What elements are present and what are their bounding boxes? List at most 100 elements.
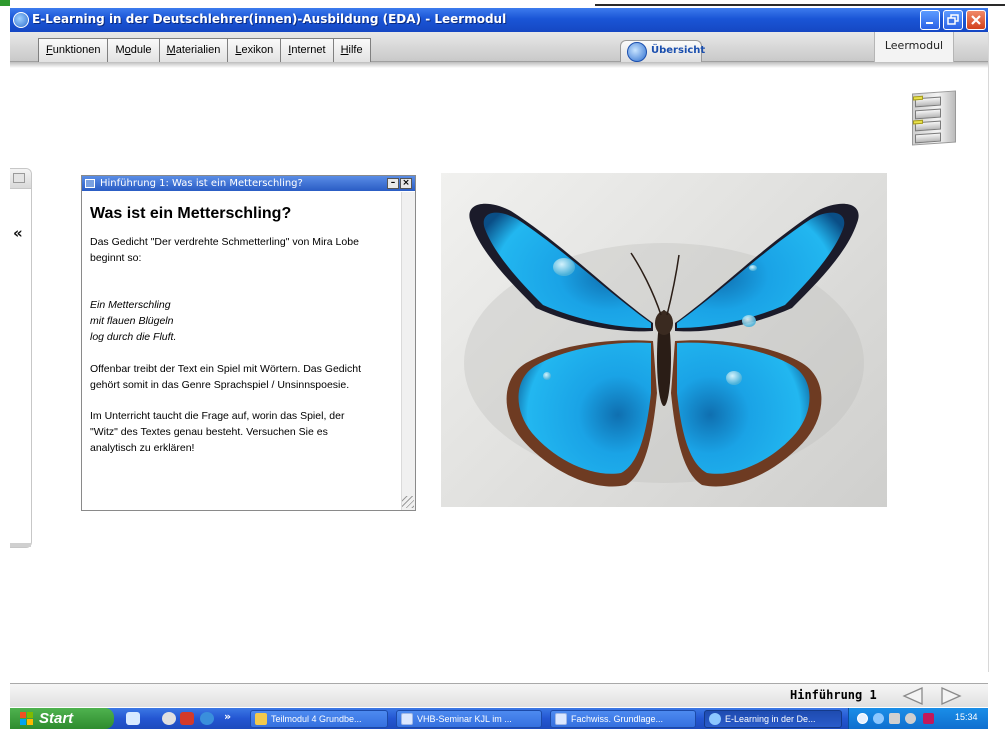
tray-security-icon[interactable] [923,713,934,724]
document-icon [555,713,567,725]
vertical-scrollbar[interactable] [401,192,415,510]
menu-materialien[interactable]: Materialien [158,38,229,62]
cabinet-paper [913,119,923,125]
top-strip [0,0,1005,8]
tray-back-icon[interactable] [857,713,868,724]
window-icon [85,179,95,188]
cabinet-drawer [915,132,941,144]
folder-icon [255,713,267,725]
previous-arrow-icon[interactable] [900,686,926,706]
taskbar-button-label: E-Learning in der De... [725,714,816,724]
clock: 15:34 [955,712,978,722]
paragraph-line: gehört somit in das Genre Sprachspiel / … [90,379,350,391]
menu-internet[interactable]: Internet [280,38,334,62]
module-label: Leermodul [874,32,954,62]
poem: Ein Metterschling mit flauen Blügeln log… [90,297,402,345]
menu-hilfe[interactable]: Hilfe [332,38,371,62]
text-window-body: Was ist ein Metterschling? Das Gedicht "… [90,192,402,510]
text-window-title-bar[interactable]: Hinführung 1: Was ist ein Metterschling?… [82,176,415,191]
menu-lexikon[interactable]: Lexikon [227,38,282,62]
app-icon[interactable] [13,12,29,28]
system-tray: 15:34 [848,708,988,729]
overview-icon [627,42,647,62]
side-panel-footer [10,543,31,547]
window-title-bar[interactable]: E-Learning in der Deutschlehrer(innen)-A… [10,8,988,32]
intro-paragraph: Das Gedicht "Der verdrehte Schmetterling… [90,234,402,266]
elearning-app-icon [709,713,721,725]
page-label: Hinführung 1 [790,688,877,702]
window-title: E-Learning in der Deutschlehrer(innen)-A… [32,12,507,26]
close-icon [971,15,981,25]
file-cabinet-icon[interactable] [904,86,960,148]
overview-tab[interactable]: Übersicht [620,40,706,62]
paragraph-line: Offenbar treibt der Text ein Spiel mit W… [90,363,361,375]
start-button[interactable]: Start [10,708,114,729]
menu-accel: H [340,44,349,56]
text-window-minimize-button[interactable]: – [387,178,399,189]
app-quicklaunch-icon[interactable] [180,712,194,725]
email-icon[interactable] [162,712,176,725]
minimize-button[interactable] [920,10,940,30]
browser-icon[interactable] [200,712,214,725]
menu-label-post: unktionen [52,44,101,56]
screen: E-Learning in der Deutschlehrer(innen)-A… [0,0,1005,729]
side-panel-header [10,169,31,189]
cabinet-body [912,90,956,146]
poem-line: log durch die Fluft. [90,331,177,343]
menu-label-post: ilfe [348,44,363,56]
taskbar-button-vhb[interactable]: VHB-Seminar KJL im ... [396,710,542,728]
menu-label-post: exikon [241,44,274,56]
document-icon [401,713,413,725]
menu-funktionen[interactable]: Funktionen [38,38,109,62]
taskbar-button-teilmodul[interactable]: Teilmodul 4 Grundbe... [250,710,388,728]
taskbar-button-fachwiss[interactable]: Fachwiss. Grundlage... [550,710,696,728]
more-quicklaunch-icon[interactable]: » [224,710,231,723]
paragraph-task: Im Unterricht taucht die Frage auf, wori… [90,408,402,456]
paragraph-line: Im Unterricht taucht die Frage auf, wori… [90,410,345,422]
taskbar-button-elearning[interactable]: E-Learning in der De... [704,710,842,728]
text-window-close-button[interactable]: × [400,178,412,189]
intro-line: beginnt so: [90,252,142,264]
menu-module[interactable]: Module [107,38,160,62]
paragraph-line: analytisch zu erklären! [90,442,195,454]
cabinet-paper [913,95,923,101]
poem-line: mit flauen Blügeln [90,315,174,327]
menu-tabs: Funktionen Module Materialien Lexikon In… [38,38,371,62]
top-strip-accent [0,0,10,6]
intro-line: Das Gedicht "Der verdrehte Schmetterling… [90,236,359,248]
close-button[interactable] [966,10,986,30]
speaker-icon[interactable] [889,713,900,724]
show-desktop-icon[interactable] [126,712,140,725]
menu-shadow [10,62,988,68]
menu-label-post: aterialien [175,44,221,56]
bottom-navigation-bar: Hinführung 1 [10,683,988,707]
tray-settings-icon[interactable] [905,713,916,724]
panel-icon [13,173,25,183]
text-heading: Was ist ein Metterschling? [90,205,292,222]
minimize-icon [926,22,933,24]
butterfly-image [441,173,887,507]
resize-grip[interactable] [402,496,414,508]
tray-app-icon[interactable] [873,713,884,724]
next-arrow-icon[interactable] [938,686,964,706]
paragraph-line: "Witz" des Textes genau besteht. Versuch… [90,426,328,438]
windows-flag-icon [20,712,33,725]
right-edge [988,32,994,672]
restore-button[interactable] [943,10,963,30]
menu-label-post: dule [130,44,152,56]
menu-label-pre: M [115,44,125,56]
overview-label: Übersicht [651,45,706,56]
collapse-chevron-icon[interactable]: « [13,224,23,242]
menu-bar: Funktionen Module Materialien Lexikon In… [10,32,988,62]
text-window: Hinführung 1: Was ist ein Metterschling?… [81,175,416,511]
text-window-title: Hinführung 1: Was ist ein Metterschling? [100,178,303,189]
butterfly-drawing [464,203,864,487]
menu-label-post: nternet [291,44,326,56]
restore-icon [947,14,959,25]
cabinet-drawer [915,108,941,120]
paragraph-genre: Offenbar treibt der Text ein Spiel mit W… [90,361,402,393]
taskbar-button-label: Fachwiss. Grundlage... [571,714,664,724]
taskbar-button-label: VHB-Seminar KJL im ... [417,714,512,724]
taskbar: Start » Teilmodul 4 Grundbe... VHB-Semin… [10,708,988,729]
taskbar-button-label: Teilmodul 4 Grundbe... [271,714,362,724]
